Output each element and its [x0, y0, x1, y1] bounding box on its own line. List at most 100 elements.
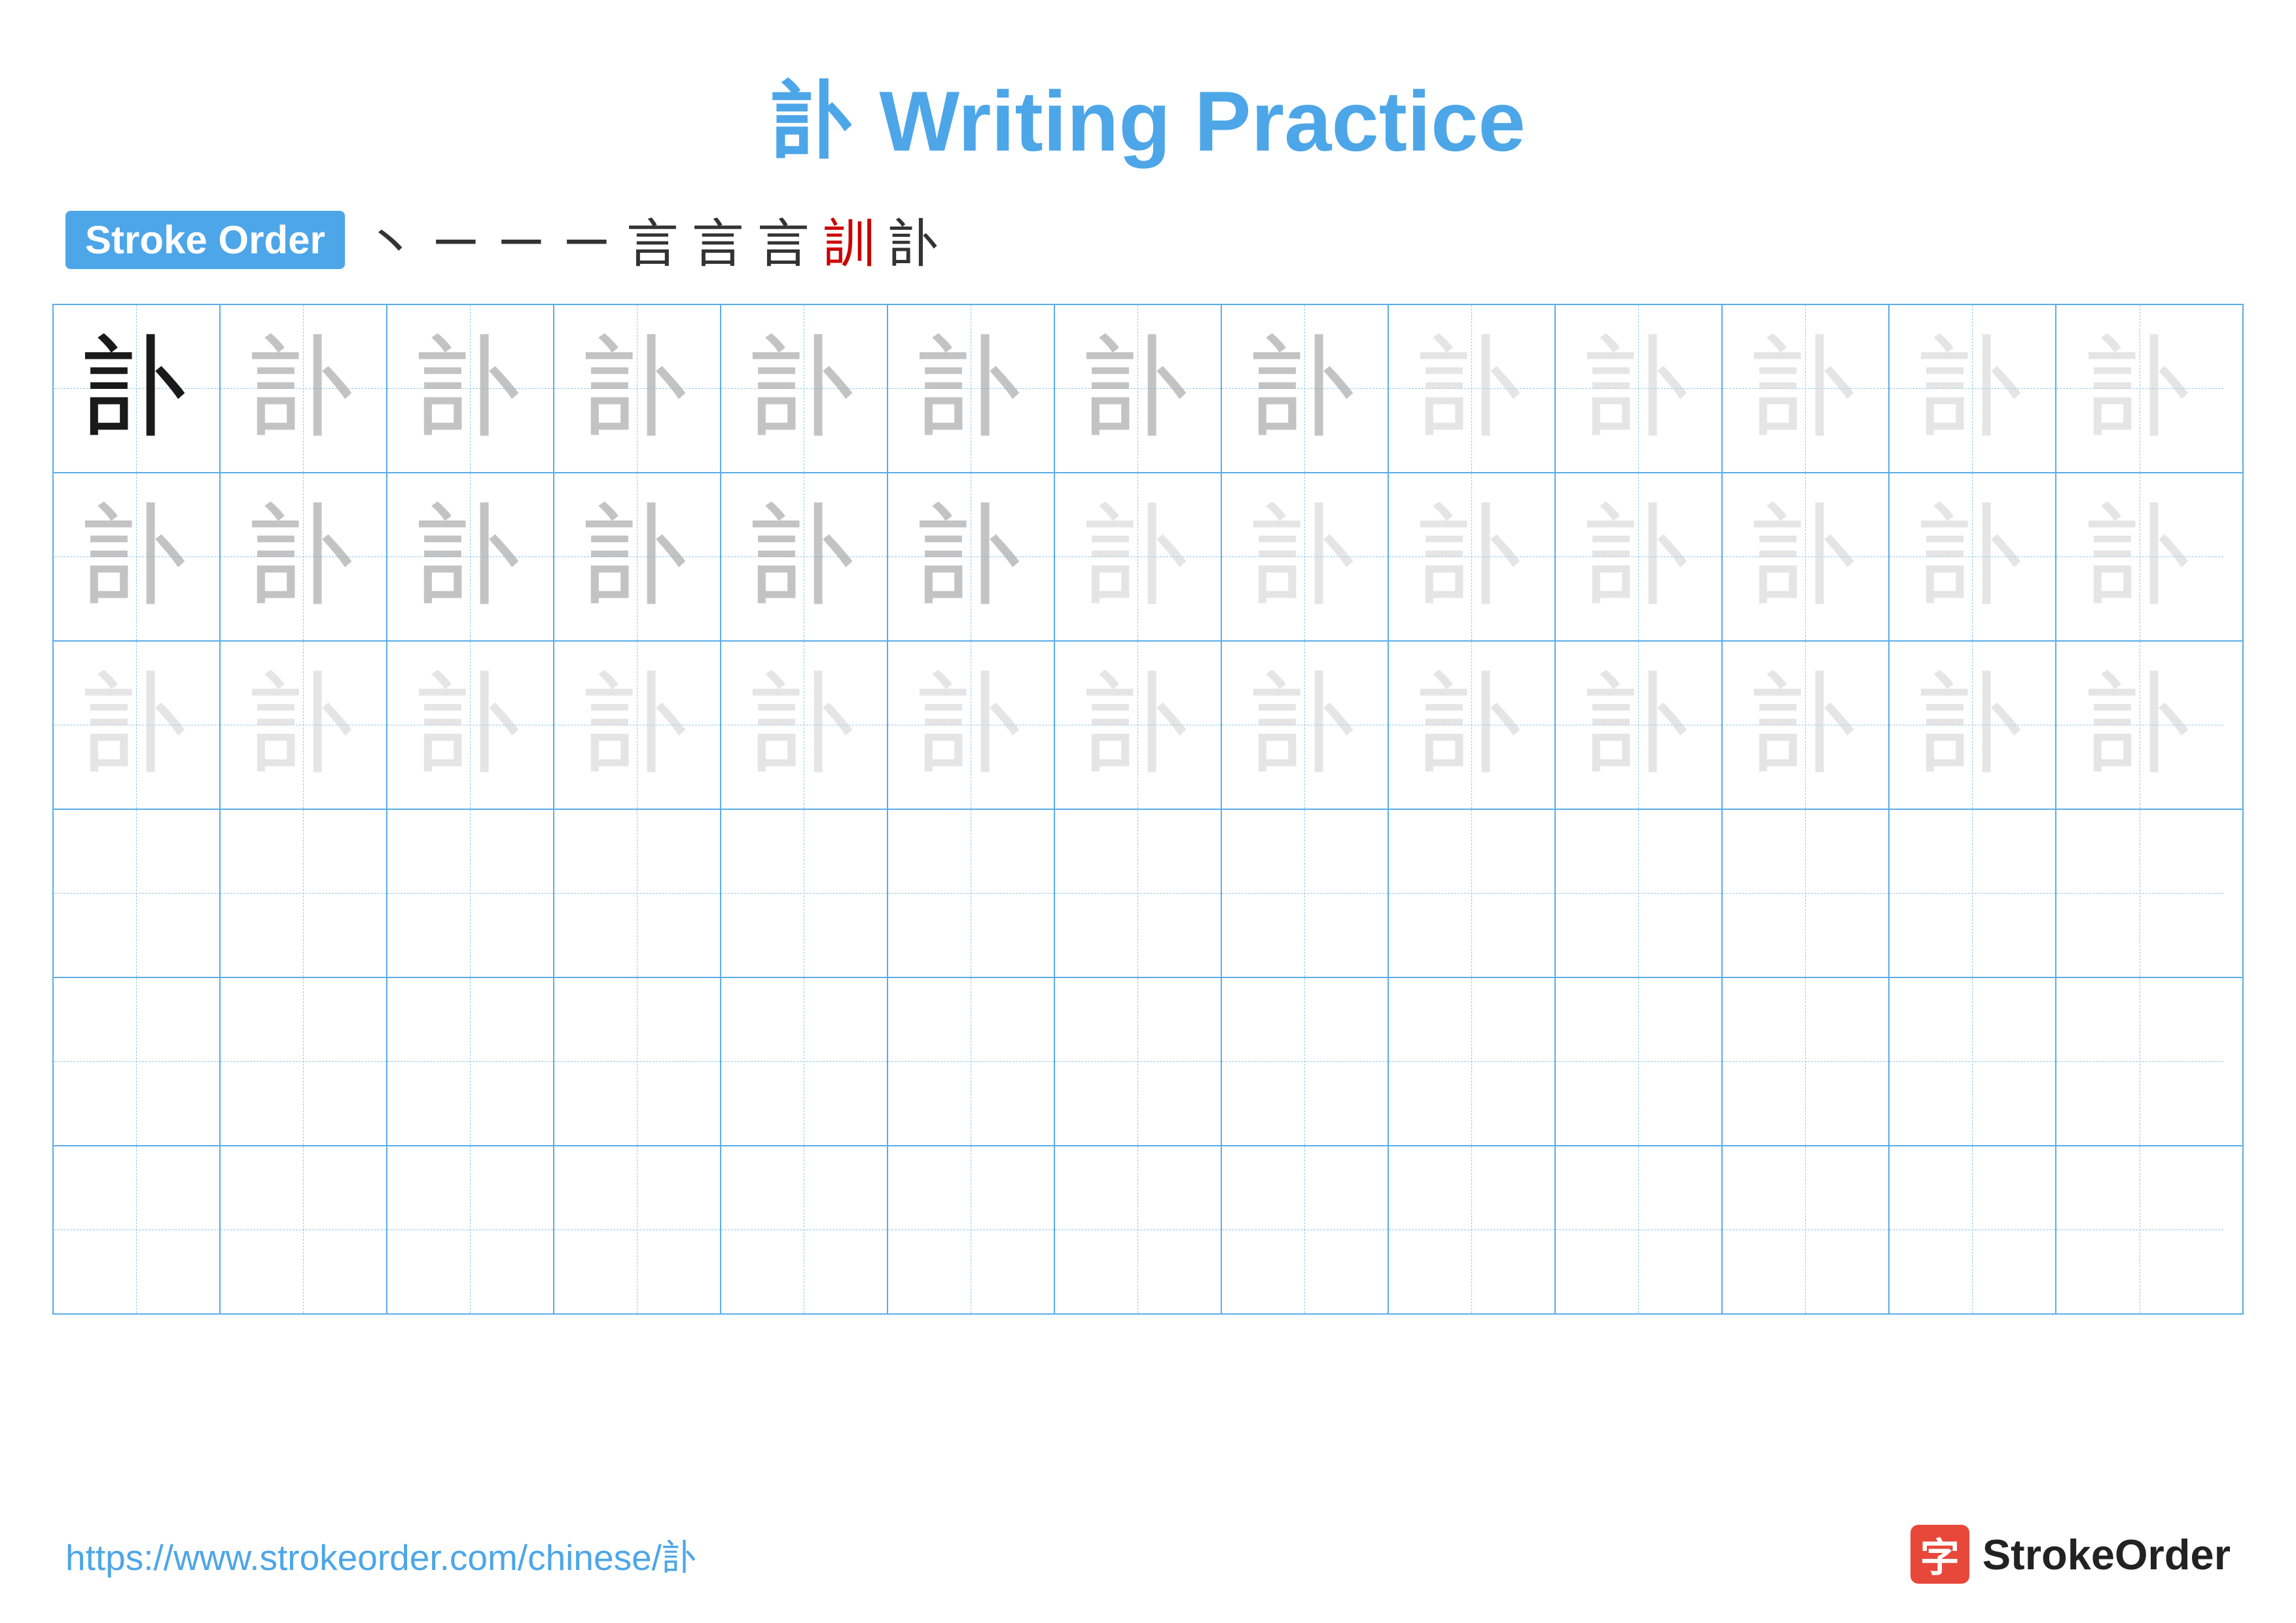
- cell-2-5[interactable]: 訃: [721, 473, 888, 640]
- cell-2-9[interactable]: 訃: [1389, 473, 1556, 640]
- cell-4-4[interactable]: [554, 810, 721, 977]
- cell-6-9[interactable]: [1389, 1146, 1556, 1313]
- cell-4-8[interactable]: [1222, 810, 1389, 977]
- char-guide: 訃: [1082, 501, 1193, 613]
- strokeorder-logo-icon: 字: [1910, 1525, 1969, 1584]
- stroke-7: 言: [757, 202, 810, 278]
- cell-2-1[interactable]: 訃: [54, 473, 221, 640]
- char-guide: 訃: [414, 333, 526, 445]
- cell-5-8[interactable]: [1222, 978, 1389, 1145]
- cell-5-11[interactable]: [1723, 978, 1890, 1145]
- cell-2-7[interactable]: 訃: [1055, 473, 1222, 640]
- char-guide: 訃: [1583, 501, 1694, 613]
- cell-4-1[interactable]: [54, 810, 221, 977]
- cell-4-13[interactable]: [2056, 810, 2223, 977]
- cell-6-6[interactable]: [888, 1146, 1055, 1313]
- cell-6-2[interactable]: [221, 1146, 387, 1313]
- char-guide: 訃: [1082, 670, 1193, 781]
- cell-6-13[interactable]: [2056, 1146, 2223, 1313]
- cell-5-12[interactable]: [1890, 978, 2056, 1145]
- cell-4-12[interactable]: [1890, 810, 2056, 977]
- cell-2-2[interactable]: 訃: [221, 473, 387, 640]
- cell-3-5[interactable]: 訃: [721, 642, 888, 809]
- cell-1-11[interactable]: 訃: [1723, 305, 1890, 472]
- grid-row-3: 訃 訃 訃 訃 訃 訃 訃 訃 訃 訃 訃 訃 訃: [54, 642, 2242, 810]
- cell-4-2[interactable]: [221, 810, 387, 977]
- footer-url[interactable]: https://www.strokeorder.com/chinese/訃: [65, 1528, 698, 1580]
- cell-5-3[interactable]: [387, 978, 554, 1145]
- cell-3-6[interactable]: 訃: [888, 642, 1055, 809]
- cell-5-6[interactable]: [888, 978, 1055, 1145]
- cell-2-6[interactable]: 訃: [888, 473, 1055, 640]
- stroke-2: ㄧ: [430, 202, 482, 278]
- char-guide: 訃: [414, 670, 526, 781]
- cell-3-2[interactable]: 訃: [221, 642, 387, 809]
- cell-3-11[interactable]: 訃: [1723, 642, 1890, 809]
- cell-1-3[interactable]: 訃: [387, 305, 554, 472]
- cell-3-7[interactable]: 訃: [1055, 642, 1222, 809]
- cell-6-3[interactable]: [387, 1146, 554, 1313]
- cell-1-6[interactable]: 訃: [888, 305, 1055, 472]
- cell-1-13[interactable]: 訃: [2056, 305, 2223, 472]
- cell-2-4[interactable]: 訃: [554, 473, 721, 640]
- cell-2-10[interactable]: 訃: [1556, 473, 1723, 640]
- cell-3-10[interactable]: 訃: [1556, 642, 1723, 809]
- cell-1-10[interactable]: 訃: [1556, 305, 1723, 472]
- stroke-9: 訃: [888, 202, 941, 278]
- cell-1-8[interactable]: 訃: [1222, 305, 1389, 472]
- cell-6-7[interactable]: [1055, 1146, 1222, 1313]
- cell-4-6[interactable]: [888, 810, 1055, 977]
- cell-2-11[interactable]: 訃: [1723, 473, 1890, 640]
- footer-logo: 字 StrokeOrder: [1910, 1525, 2231, 1584]
- char-guide: 訃: [581, 333, 692, 445]
- cell-3-12[interactable]: 訃: [1890, 642, 2056, 809]
- cell-1-5[interactable]: 訃: [721, 305, 888, 472]
- cell-6-10[interactable]: [1556, 1146, 1723, 1313]
- cell-6-8[interactable]: [1222, 1146, 1389, 1313]
- cell-5-9[interactable]: [1389, 978, 1556, 1145]
- cell-1-2[interactable]: 訃: [221, 305, 387, 472]
- cell-2-8[interactable]: 訃: [1222, 473, 1389, 640]
- cell-1-7[interactable]: 訃: [1055, 305, 1222, 472]
- cell-5-13[interactable]: [2056, 978, 2223, 1145]
- cell-3-8[interactable]: 訃: [1222, 642, 1389, 809]
- char-guide: 訃: [1749, 501, 1861, 613]
- cell-5-5[interactable]: [721, 978, 888, 1145]
- cell-5-4[interactable]: [554, 978, 721, 1145]
- cell-3-9[interactable]: 訃: [1389, 642, 1556, 809]
- cell-1-1[interactable]: 訃: [54, 305, 221, 472]
- cell-6-1[interactable]: [54, 1146, 221, 1313]
- char-guide: 訃: [2084, 333, 2195, 445]
- cell-3-1[interactable]: 訃: [54, 642, 221, 809]
- cell-2-12[interactable]: 訃: [1890, 473, 2056, 640]
- cell-4-3[interactable]: [387, 810, 554, 977]
- cell-4-5[interactable]: [721, 810, 888, 977]
- cell-5-10[interactable]: [1556, 978, 1723, 1145]
- logo-text: StrokeOrder: [1982, 1530, 2231, 1579]
- cell-5-7[interactable]: [1055, 978, 1222, 1145]
- char-guide: 訃: [915, 501, 1026, 613]
- cell-4-9[interactable]: [1389, 810, 1556, 977]
- cell-1-12[interactable]: 訃: [1890, 305, 2056, 472]
- cell-1-9[interactable]: 訃: [1389, 305, 1556, 472]
- cell-6-4[interactable]: [554, 1146, 721, 1313]
- char-guide: 訃: [81, 670, 192, 781]
- cell-5-2[interactable]: [221, 978, 387, 1145]
- cell-2-3[interactable]: 訃: [387, 473, 554, 640]
- cell-6-11[interactable]: [1723, 1146, 1890, 1313]
- cell-6-5[interactable]: [721, 1146, 888, 1313]
- cell-4-11[interactable]: [1723, 810, 1890, 977]
- cell-1-4[interactable]: 訃: [554, 305, 721, 472]
- cell-6-12[interactable]: [1890, 1146, 2056, 1313]
- logo-char: 字: [1920, 1526, 1960, 1583]
- cell-2-13[interactable]: 訃: [2056, 473, 2223, 640]
- char-guide: 訃: [414, 501, 526, 613]
- cell-5-1[interactable]: [54, 978, 221, 1145]
- char-guide: 訃: [247, 501, 359, 613]
- cell-3-13[interactable]: 訃: [2056, 642, 2223, 809]
- char-guide: 訃: [1249, 670, 1360, 781]
- cell-4-7[interactable]: [1055, 810, 1222, 977]
- cell-4-10[interactable]: [1556, 810, 1723, 977]
- cell-3-3[interactable]: 訃: [387, 642, 554, 809]
- cell-3-4[interactable]: 訃: [554, 642, 721, 809]
